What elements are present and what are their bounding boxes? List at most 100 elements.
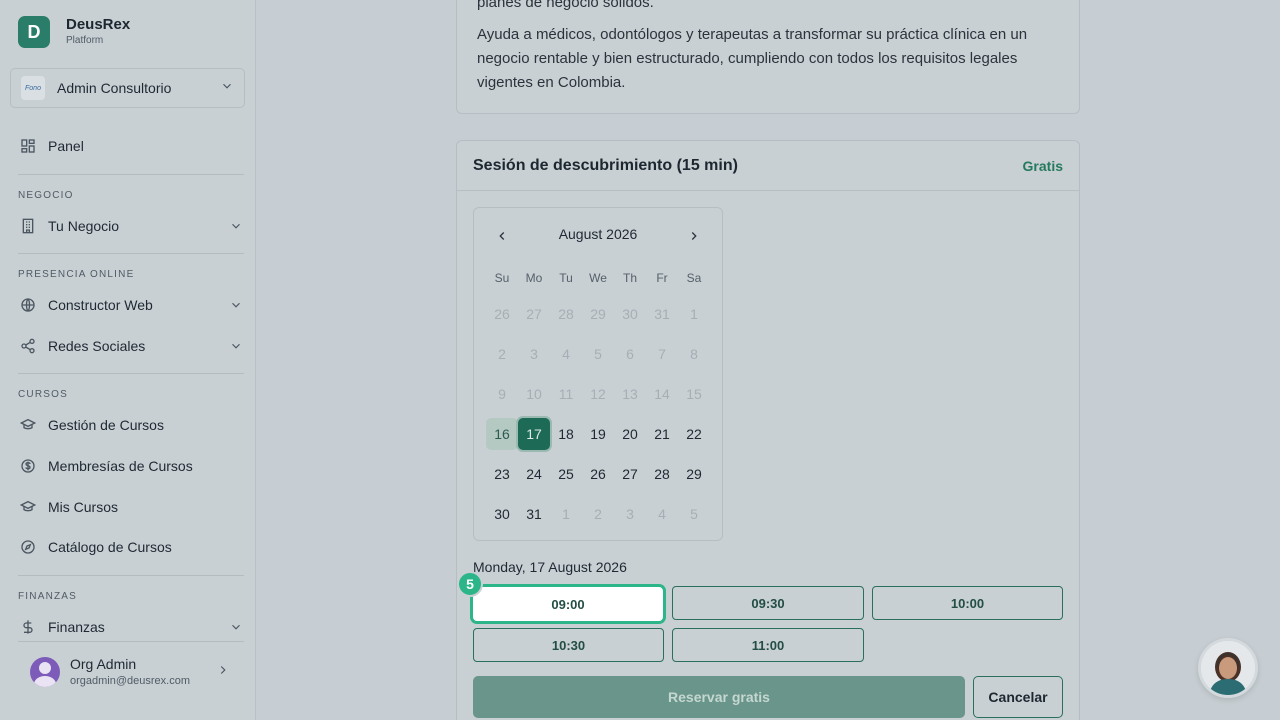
user-menu[interactable]: Org Admin orgadmin@deusrex.com — [30, 652, 230, 692]
calendar-day: 4 — [562, 346, 570, 362]
calendar-grid: Su Mo Tu We Th Fr Sa 26 27 28 29 30 31 1 2 3 4 5 6 7 8 9 10 11 1… — [486, 262, 710, 534]
sidebar-item-label: Redes Sociales — [48, 338, 146, 354]
weekday-label: We — [589, 271, 607, 285]
chevron-right-icon — [216, 663, 230, 682]
booking-card: Sesión de descubrimiento (15 min) Gratis… — [456, 140, 1080, 720]
sidebar-item-label: Panel — [48, 138, 84, 154]
sidebar-item-membresias[interactable]: Membresías de Cursos — [18, 452, 244, 480]
calendar-day[interactable]: 24 — [518, 458, 550, 490]
divider — [18, 641, 244, 642]
dollar-icon — [18, 617, 38, 637]
cancel-button[interactable]: Cancelar — [973, 676, 1063, 718]
time-slot[interactable]: 09:30 — [672, 586, 864, 620]
booking-title: Sesión de descubrimiento (15 min) — [473, 156, 738, 174]
compass-icon — [18, 537, 38, 557]
calendar-day: 31 — [654, 306, 670, 322]
calendar-day[interactable]: 28 — [646, 458, 678, 490]
assistant-avatar-button[interactable] — [1198, 638, 1258, 698]
next-month-button[interactable] — [682, 224, 706, 248]
booking-header: Sesión de descubrimiento (15 min) Gratis — [457, 141, 1079, 191]
divider — [18, 253, 244, 254]
calendar-day: 1 — [562, 506, 570, 522]
calendar-day: 14 — [654, 386, 670, 402]
assistant-avatar-icon — [1201, 641, 1255, 695]
user-email: orgadmin@deusrex.com — [70, 675, 190, 687]
calendar-day[interactable]: 19 — [582, 418, 614, 450]
calendar-day[interactable]: 17 — [518, 418, 550, 450]
sidebar: D DeusRex Platform Fono Admin Consultori… — [0, 0, 256, 720]
calendar-day[interactable]: 27 — [614, 458, 646, 490]
reserve-button[interactable]: Reservar gratis — [473, 676, 965, 718]
dashboard-icon — [18, 136, 38, 156]
weekday-label: Su — [494, 271, 510, 285]
time-slot[interactable]: 09:00 — [473, 587, 663, 621]
share-icon — [18, 336, 38, 356]
brand-subtitle: Platform — [66, 35, 104, 46]
dollar-circle-icon — [18, 456, 38, 476]
calendar-day: 6 — [626, 346, 634, 362]
calendar-day[interactable]: 30 — [486, 498, 518, 530]
chevron-down-icon — [228, 218, 244, 234]
sidebar-item-mis-cursos[interactable]: Mis Cursos — [18, 493, 244, 521]
calendar-day: 29 — [590, 306, 606, 322]
description-paragraph: Ayuda a médicos, odontólogos y terapeuta… — [477, 26, 1028, 91]
selected-date-label: Monday, 17 August 2026 — [473, 559, 627, 575]
calendar-day[interactable]: 16 — [486, 418, 518, 450]
description-line-top: planes de negocio sólidos. — [477, 0, 654, 11]
chevron-down-icon — [228, 338, 244, 354]
chevron-down-icon — [220, 79, 234, 98]
calendar-day[interactable]: 29 — [678, 458, 710, 490]
organization-name: Admin Consultorio — [57, 80, 172, 96]
weekday-label: Fr — [656, 271, 668, 285]
sidebar-item-catalogo[interactable]: Catálogo de Cursos — [18, 533, 244, 561]
calendar-day: 8 — [690, 346, 698, 362]
calendar-day: 7 — [658, 346, 666, 362]
sidebar-item-label: Tu Negocio — [48, 218, 120, 234]
brand[interactable]: D DeusRex Platform — [18, 16, 130, 48]
sidebar-item-label: Finanzas — [48, 619, 105, 635]
calendar-day: 13 — [622, 386, 638, 402]
calendar-day: 11 — [558, 386, 574, 402]
weekday-label: Th — [622, 271, 637, 285]
calendar-day[interactable]: 22 — [678, 418, 710, 450]
sidebar-item-redes-sociales[interactable]: Redes Sociales — [18, 332, 244, 360]
calendar-day[interactable]: 26 — [582, 458, 614, 490]
organization-logo: Fono — [21, 76, 45, 100]
calendar-day: 28 — [558, 306, 574, 322]
time-slot[interactable]: 10:00 — [872, 586, 1063, 620]
description-card: planes de negocio sólidos. Ayuda a médic… — [456, 0, 1080, 114]
calendar-day: 27 — [526, 306, 542, 322]
calendar-day: 5 — [594, 346, 602, 362]
graduation-cap-icon — [18, 415, 38, 435]
time-slot[interactable]: 10:30 — [473, 628, 664, 662]
calendar-day: 9 — [498, 386, 506, 402]
calendar-day[interactable]: 31 — [518, 498, 550, 530]
calendar-day: 5 — [690, 506, 698, 522]
step-badge: 5 — [457, 571, 483, 597]
sidebar-item-panel[interactable]: Panel — [18, 132, 244, 160]
chevron-down-icon — [228, 297, 244, 313]
calendar-day: 30 — [622, 306, 638, 322]
chevron-down-icon — [228, 619, 244, 635]
calendar-day[interactable]: 20 — [614, 418, 646, 450]
calendar-day: 3 — [530, 346, 538, 362]
divider — [18, 174, 244, 175]
sidebar-item-finanzas[interactable]: Finanzas — [18, 613, 244, 641]
organization-selector[interactable]: Fono Admin Consultorio — [10, 68, 245, 108]
section-label-cursos: CURSOS — [18, 389, 68, 400]
sidebar-item-gestion-cursos[interactable]: Gestión de Cursos — [18, 411, 244, 439]
sidebar-item-tu-negocio[interactable]: Tu Negocio — [18, 212, 244, 240]
calendar-day[interactable]: 23 — [486, 458, 518, 490]
calendar-day[interactable]: 21 — [646, 418, 678, 450]
calendar-day: 2 — [594, 506, 602, 522]
calendar-day[interactable]: 18 — [550, 418, 582, 450]
sidebar-item-constructor-web[interactable]: Constructor Web — [18, 291, 244, 319]
globe-icon — [18, 295, 38, 315]
sidebar-item-label: Mis Cursos — [48, 499, 119, 515]
sidebar-item-label: Membresías de Cursos — [48, 458, 193, 474]
time-slot[interactable]: 11:00 — [672, 628, 864, 662]
weekday-label: Mo — [525, 271, 543, 285]
calendar-day: 2 — [498, 346, 506, 362]
calendar-day[interactable]: 25 — [550, 458, 582, 490]
price-badge: Gratis — [1022, 157, 1063, 174]
